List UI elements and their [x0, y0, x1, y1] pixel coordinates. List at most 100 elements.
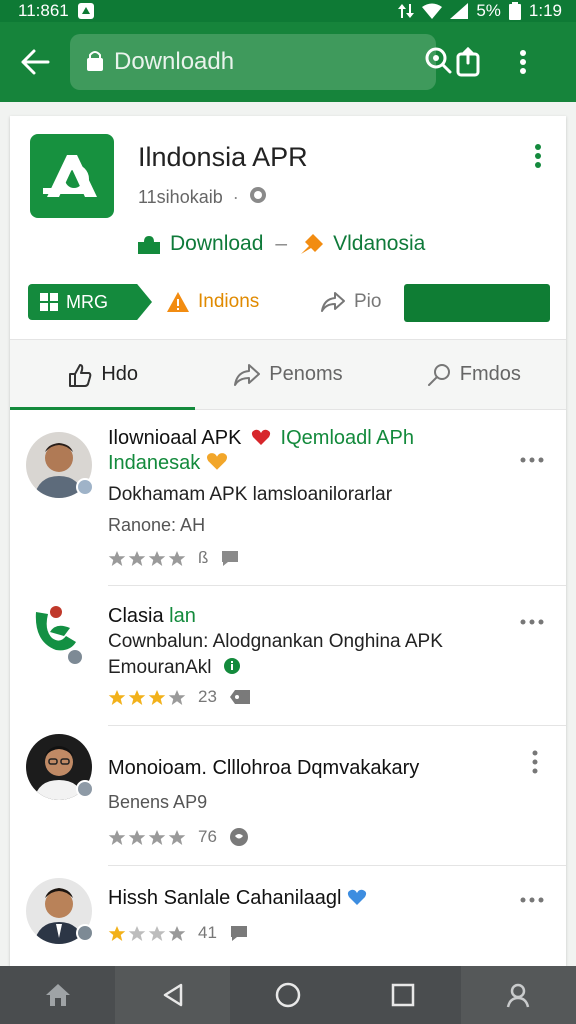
app-subtitle: 11sihokaib · — [138, 186, 267, 209]
app-bar — [0, 22, 576, 102]
list-item[interactable]: Ilownioaal APK IQemloadl APh Indanesak D… — [26, 410, 566, 586]
globe-icon — [249, 186, 267, 209]
indions-chip[interactable]: Indions — [166, 284, 259, 320]
rating-row: ß — [108, 548, 566, 568]
item-more-button[interactable] — [520, 748, 550, 776]
second-link[interactable]: Vldanosia — [299, 232, 425, 256]
install-button[interactable] — [404, 284, 550, 322]
search-input[interactable] — [114, 48, 424, 76]
signal-icon — [450, 3, 469, 19]
nav-back-button[interactable] — [115, 966, 231, 1024]
mrg-chip[interactable]: MRG — [28, 284, 152, 320]
tab-fmdos[interactable]: Fmdos — [381, 340, 566, 409]
item-title: Clasia lan — [108, 605, 196, 627]
nav-recents-button[interactable] — [346, 966, 461, 1024]
more-vert-icon — [532, 750, 538, 774]
status-time: 11:861 — [18, 1, 69, 20]
app-header: Ilndonsia APR 11sihokaib · Download – Vl… — [10, 116, 566, 340]
recents-square-icon — [391, 983, 415, 1007]
list-item[interactable]: Monoioam. Clllohroa Dqmvakakary Benens A… — [26, 726, 566, 866]
download-label: Download — [170, 232, 264, 255]
tab-bar: Hdo Penoms Fmdos — [10, 340, 566, 410]
chips-row: MRG Indions Pio — [28, 284, 550, 322]
avatar — [26, 432, 94, 498]
warning-icon — [167, 292, 189, 312]
content-card: Ilndonsia APR 11sihokaib · Download – Vl… — [10, 116, 566, 966]
account-search-icon — [507, 983, 530, 1008]
item-more-button[interactable] — [514, 446, 550, 474]
rating-row: 76 — [108, 827, 566, 847]
comment-icon — [230, 926, 247, 941]
comment-icon — [222, 551, 239, 566]
mrg-label: MRG — [66, 291, 108, 312]
thumbs-up-icon — [69, 363, 92, 387]
item-description: Dokhamam APK lamsloanilorarlar — [108, 484, 393, 505]
star-rating — [108, 550, 186, 567]
list-item[interactable]: Clasia lan Cownbalun: Alodgnankan Onghin… — [35, 586, 566, 726]
link-separator: – — [275, 232, 288, 255]
overflow-menu-button[interactable] — [500, 22, 546, 102]
share-icon — [456, 47, 480, 77]
nav-account-button[interactable] — [460, 966, 576, 1024]
status-clock: 1:19 — [528, 1, 562, 20]
app-title: Ilndonsia APR — [138, 142, 308, 172]
more-horiz-icon — [520, 457, 544, 463]
forward-share-icon — [321, 292, 345, 312]
tab-fmdos-label: Fmdos — [459, 363, 521, 385]
avatar — [26, 602, 92, 668]
navigation-bar — [0, 966, 576, 1024]
back-arrow-icon — [21, 49, 50, 75]
share-icon — [234, 363, 261, 386]
home-icon — [45, 984, 70, 1006]
item-meta: Ranone: AH — [108, 515, 206, 535]
nav-home-button[interactable] — [0, 966, 115, 1024]
pin-icon — [301, 234, 324, 254]
more-vert-icon — [520, 50, 526, 74]
tab-hdo[interactable]: Hdo — [10, 340, 196, 410]
download-link[interactable]: Download — [136, 232, 263, 256]
globe-icon — [229, 828, 248, 846]
more-vert-icon — [535, 144, 541, 168]
tag-icon — [229, 690, 250, 704]
pio-label: Pio — [354, 291, 382, 312]
grid-icon — [40, 293, 58, 311]
item-title: Ilownioaal APK IQemloadl APh Indanesak — [108, 427, 414, 474]
lock-icon — [86, 49, 104, 76]
avatar — [26, 734, 94, 800]
rating-row: 41 — [108, 923, 566, 943]
item-description: Cownbalun: Alodgnankan Onghina APK — [108, 631, 443, 652]
tag-icon — [427, 363, 450, 386]
wifi-icon — [422, 3, 443, 19]
pio-chip[interactable]: Pio — [320, 284, 381, 320]
item-more-button[interactable] — [514, 886, 550, 914]
second-link-label: Vldanosia — [333, 232, 426, 255]
item-more-button[interactable] — [514, 608, 550, 636]
list-item[interactable]: Hissh Sanlale Cahanilaagl 41 — [26, 866, 566, 966]
heart-orange-icon — [206, 453, 227, 470]
battery-text: 5% — [476, 1, 501, 20]
notification-icon — [77, 2, 95, 20]
header-more-button[interactable] — [520, 138, 556, 174]
item-meta: Benens AP9 — [108, 792, 208, 812]
star-rating — [108, 925, 186, 942]
indions-label: Indions — [198, 291, 260, 312]
app-logo-icon — [30, 134, 114, 218]
rating-count: 41 — [198, 923, 217, 942]
back-button[interactable] — [0, 22, 70, 102]
more-horiz-icon — [520, 897, 544, 903]
item-title: Monoioam. Clllohroa Dqmvakakary — [108, 757, 420, 779]
verified-badge-icon — [76, 780, 94, 798]
data-arrows-icon — [398, 2, 415, 20]
app-developer: 11sihokaib — [138, 187, 223, 207]
battery-icon — [508, 2, 521, 20]
nav-home-circle-button[interactable] — [230, 966, 345, 1024]
search-box[interactable] — [70, 34, 452, 90]
verified-badge-icon — [76, 478, 94, 496]
share-button[interactable] — [436, 22, 500, 102]
tab-penoms[interactable]: Penoms — [195, 340, 380, 409]
heart-red-icon — [251, 429, 271, 445]
avatar — [26, 878, 94, 944]
rating-count: 23 — [198, 687, 217, 706]
info-green-icon — [223, 658, 240, 674]
more-horiz-icon — [520, 619, 544, 625]
